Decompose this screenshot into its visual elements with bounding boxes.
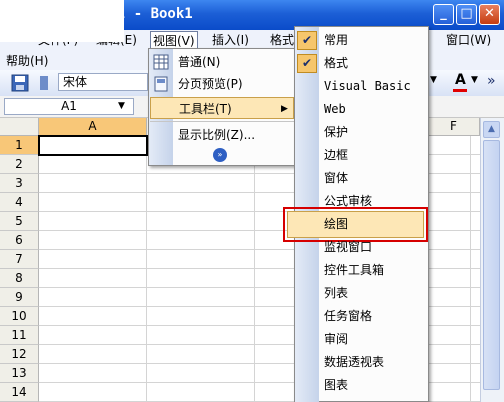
submenu-item-control-toolbox[interactable]: 控件工具箱 (320, 259, 428, 282)
checkmark-icon: ✔ (297, 54, 317, 73)
menu-help[interactable]: 帮助(H) (6, 52, 48, 69)
view-menu-item-label: 显示比例(Z)... (178, 128, 256, 142)
view-menu-separator (150, 121, 294, 122)
submenu-item-label: 边框 (324, 148, 349, 162)
toolbar-overflow-icon[interactable]: » (487, 73, 496, 89)
submenu-item-task-pane[interactable]: 任务窗格 (320, 305, 428, 328)
dropdown-arrow-icon[interactable]: ▼ (430, 75, 437, 85)
row-header[interactable]: 7 (0, 250, 39, 269)
submenu-item-protection[interactable]: 保护 (320, 121, 428, 144)
submenu-item-label: 数据透视表 (324, 355, 385, 369)
submenu-item-label: 审阅 (324, 332, 349, 346)
submenu-item-label: 常用 (324, 33, 349, 47)
submenu-item-chart[interactable]: 图表 (320, 374, 428, 397)
submenu-item-pivot-table[interactable]: 数据透视表 (320, 351, 428, 374)
toolbar-options-icon[interactable] (38, 74, 50, 92)
row-header[interactable]: 4 (0, 193, 39, 212)
submenu-item-label: 绘图 (324, 217, 349, 231)
submenu-item-forms[interactable]: 窗体 (320, 167, 428, 190)
submenu-item-label: 格式 (324, 56, 349, 70)
submenu-item-label: Visual Basic (324, 79, 411, 93)
checkmark-icon: ✔ (297, 31, 317, 50)
minimize-button[interactable]: _ (433, 4, 454, 25)
submenu-item-label: 窗体 (324, 171, 349, 185)
row-header[interactable]: 2 (0, 155, 39, 174)
page-break-preview-icon (153, 76, 169, 92)
submenu-item-label: 控件工具箱 (324, 263, 385, 277)
submenu-item-formatting[interactable]: 格式 (320, 52, 428, 75)
row-header[interactable]: 8 (0, 269, 39, 288)
normal-view-icon (153, 54, 169, 70)
submenu-item-label: Web (324, 102, 346, 116)
view-menu-item-normal[interactable]: 普通(N) (150, 51, 294, 73)
submenu-arrow-icon: ▶ (281, 104, 288, 114)
row-header[interactable]: 3 (0, 174, 39, 193)
font-color-icon[interactable]: A (455, 72, 466, 88)
name-box-dropdown-icon[interactable]: ▼ (118, 101, 125, 111)
row-header[interactable]: 12 (0, 345, 39, 364)
row-header[interactable]: 1 (0, 136, 39, 155)
submenu-item-borders[interactable]: 边框 (320, 144, 428, 167)
menu-insert[interactable]: 插入(I) (212, 32, 249, 48)
font-color-dropdown-icon[interactable]: ▼ (471, 75, 478, 85)
scrollbar-thumb[interactable] (483, 140, 500, 390)
row-header[interactable]: 10 (0, 307, 39, 326)
view-menu-item-label: 普通(N) (178, 55, 221, 69)
save-icon[interactable] (10, 73, 30, 93)
submenu-item-label: 任务窗格 (324, 309, 373, 323)
maximize-button[interactable]: □ (456, 4, 477, 25)
submenu-item-visual-basic[interactable]: Visual Basic (320, 75, 428, 98)
menu-format[interactable]: 格式 (270, 32, 294, 48)
scroll-up-button[interactable]: ▲ (483, 121, 500, 138)
view-menu-item-toolbars[interactable]: 工具栏(T) ▶ (150, 97, 294, 119)
row-header[interactable]: 5 (0, 212, 39, 231)
submenu-item-drawing[interactable]: 绘图 (320, 213, 428, 236)
view-menu-item-label: 工具栏(T) (179, 102, 232, 116)
submenu-item-list[interactable]: 列表 (320, 282, 428, 305)
row-header[interactable]: 11 (0, 326, 39, 345)
submenu-item-standard[interactable]: 常用 (320, 29, 428, 52)
view-menu-item-label: 分页预览(P) (178, 77, 243, 91)
menu-window[interactable]: 窗口(W) (446, 32, 491, 48)
font-name-box[interactable]: 宋体 (58, 73, 148, 91)
submenu-item-formula-auditing[interactable]: 公式审核 (320, 190, 428, 213)
select-all-corner[interactable] (0, 118, 39, 136)
view-menu-item-zoom[interactable]: 显示比例(Z)... (150, 124, 294, 146)
row-header[interactable]: 13 (0, 364, 39, 383)
name-box[interactable]: A1 (4, 98, 134, 115)
submenu-item-web[interactable]: Web (320, 98, 428, 121)
row-header[interactable]: 14 (0, 383, 39, 402)
submenu-item-label: 保护 (324, 125, 349, 139)
name-box-value: A1 (61, 99, 77, 113)
submenu-item-label: 监视窗口 (324, 240, 373, 254)
row-header[interactable]: 9 (0, 288, 39, 307)
column-header-f[interactable]: F (428, 118, 480, 136)
submenu-item-label: 公式审核 (324, 194, 373, 208)
font-color-swatch (453, 89, 467, 92)
expand-menu-icon[interactable]: » (213, 148, 227, 162)
redaction-box (0, 0, 124, 42)
view-menu-item-page-break-preview[interactable]: 分页预览(P) (150, 73, 294, 95)
active-cell-a1[interactable] (38, 135, 148, 156)
submenu-item-watch-window[interactable]: 监视窗口 (320, 236, 428, 259)
submenu-item-label: 列表 (324, 286, 349, 300)
close-button[interactable]: ✕ (479, 4, 500, 25)
row-header[interactable]: 6 (0, 231, 39, 250)
submenu-item-reviewing[interactable]: 审阅 (320, 328, 428, 351)
column-header-a[interactable]: A (39, 118, 147, 136)
submenu-item-label: 图表 (324, 378, 349, 392)
